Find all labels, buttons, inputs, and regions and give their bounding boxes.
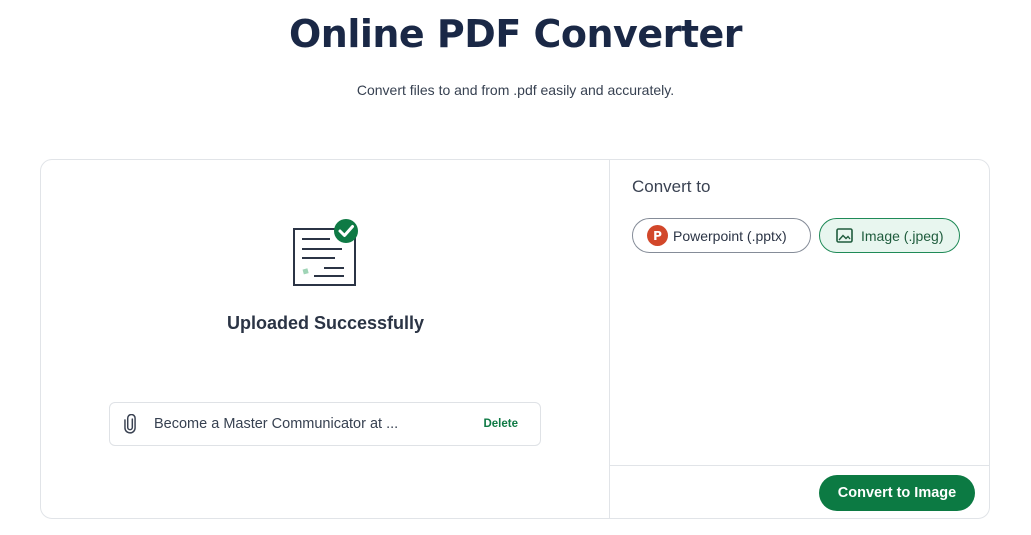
option-image-button[interactable]: Image (.jpeg) xyxy=(819,218,960,253)
option-powerpoint-button[interactable]: P Powerpoint (.pptx) xyxy=(632,218,811,253)
uploaded-file-item: Become a Master Communicator at ... Dele… xyxy=(109,402,541,446)
file-name: Become a Master Communicator at ... xyxy=(154,416,399,432)
convert-to-heading: Convert to xyxy=(632,177,711,196)
page-title: Online PDF Converter xyxy=(288,12,743,56)
upload-panel: Uploaded Successfully Become a Master Co… xyxy=(41,160,610,518)
powerpoint-icon: P xyxy=(647,225,668,246)
convert-panel: Convert to P Powerpoint (.pptx) Image (.… xyxy=(610,160,990,518)
convert-button[interactable]: Convert to Image xyxy=(819,475,975,511)
image-icon xyxy=(836,228,853,243)
option-image-label: Image (.jpeg) xyxy=(861,227,944,244)
converter-card: Uploaded Successfully Become a Master Co… xyxy=(40,159,990,519)
page-subtitle: Convert files to and from .pdf easily an… xyxy=(356,82,675,98)
upload-status-text: Uploaded Successfully xyxy=(226,313,425,333)
option-powerpoint-label: Powerpoint (.pptx) xyxy=(673,227,787,244)
divider xyxy=(610,465,990,466)
document-uploaded-icon xyxy=(293,219,358,286)
delete-file-button[interactable]: Delete xyxy=(483,418,518,430)
paperclip-icon xyxy=(124,414,138,434)
